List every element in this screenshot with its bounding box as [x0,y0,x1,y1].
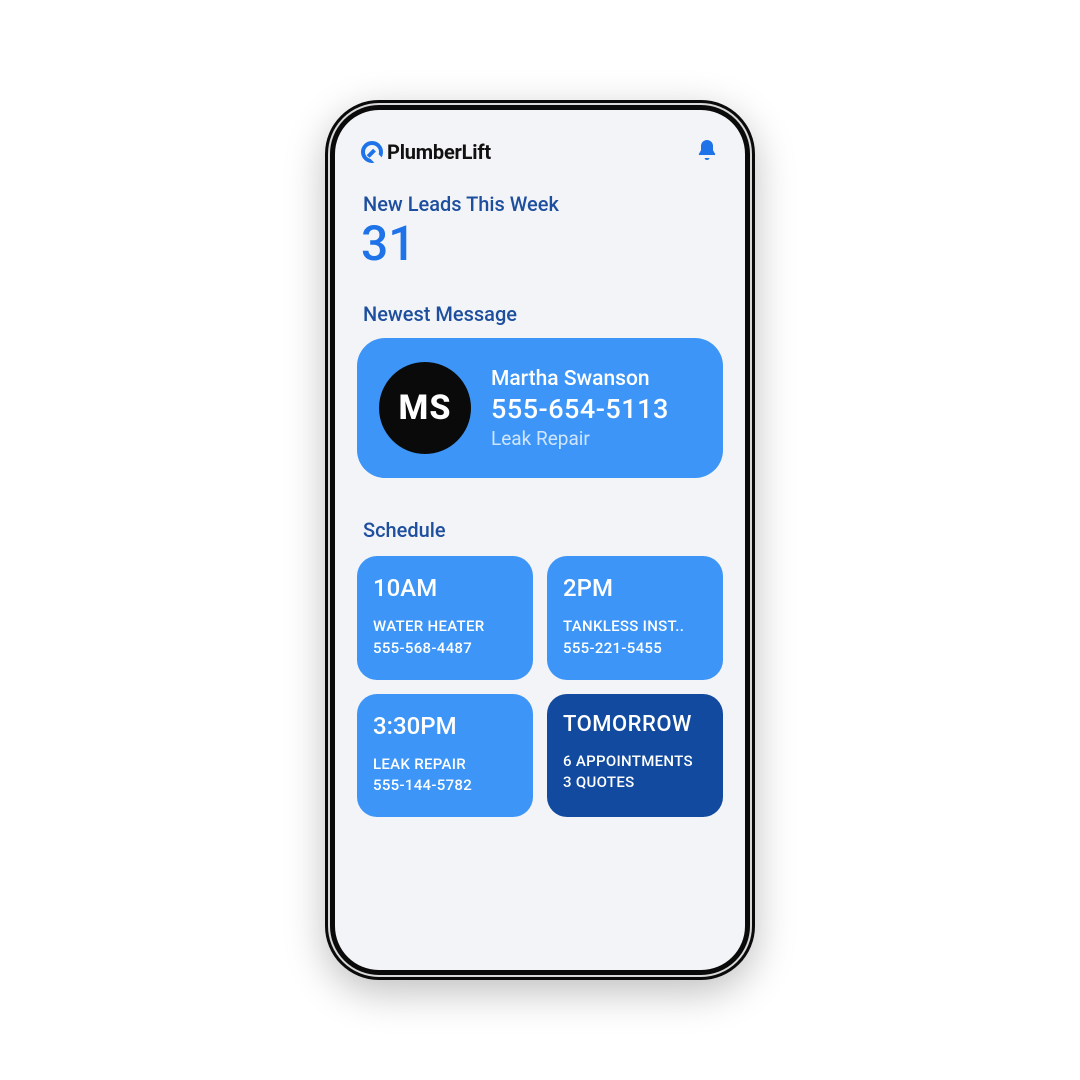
leads-label: New Leads This Week [357,192,723,216]
notification-bell-icon[interactable] [695,138,719,166]
phone-frame: PlumberLift New Leads This Week 31 Newes… [325,100,755,980]
tile-time: 3:30PM [373,712,517,740]
app-header: PlumberLift [357,138,723,166]
schedule-tile-tomorrow[interactable]: TOMORROW 6 APPOINTMENTS 3 QUOTES [547,694,723,818]
schedule-tile[interactable]: 3:30PM LEAK REPAIR 555-144-5782 [357,694,533,818]
schedule-label: Schedule [357,518,723,542]
tile-phone: 555-144-5782 [373,775,517,797]
brand-logo-icon [361,141,383,163]
tile-quotes: 3 QUOTES [563,772,707,794]
avatar: MS [379,362,471,454]
tile-time: 2PM [563,574,707,602]
schedule-tile[interactable]: 10AM WATER HEATER 555-568-4487 [357,556,533,680]
tile-phone: 555-221-5455 [563,638,707,660]
newest-message-label: Newest Message [357,302,723,326]
newest-message-card[interactable]: MS Martha Swanson 555-654-5113 Leak Repa… [357,338,723,478]
tile-appointments: 6 APPOINTMENTS [563,751,707,773]
app-screen: PlumberLift New Leads This Week 31 Newes… [335,110,745,970]
schedule-grid: 10AM WATER HEATER 555-568-4487 2PM TANKL… [357,556,723,817]
brand-name: PlumberLift [387,140,491,164]
message-name: Martha Swanson [491,367,669,391]
message-info: Martha Swanson 555-654-5113 Leak Repair [491,367,669,450]
message-phone: 555-654-5113 [491,393,669,425]
schedule-tile[interactable]: 2PM TANKLESS INST.. 555-221-5455 [547,556,723,680]
message-service: Leak Repair [491,427,669,450]
tile-phone: 555-568-4487 [373,638,517,660]
tile-time: 10AM [373,574,517,602]
tile-time: TOMORROW [563,712,707,737]
tile-service: LEAK REPAIR [373,754,517,776]
brand[interactable]: PlumberLift [361,140,491,164]
tile-service: WATER HEATER [373,616,517,638]
leads-count: 31 [357,220,723,268]
tile-service: TANKLESS INST.. [563,616,707,638]
